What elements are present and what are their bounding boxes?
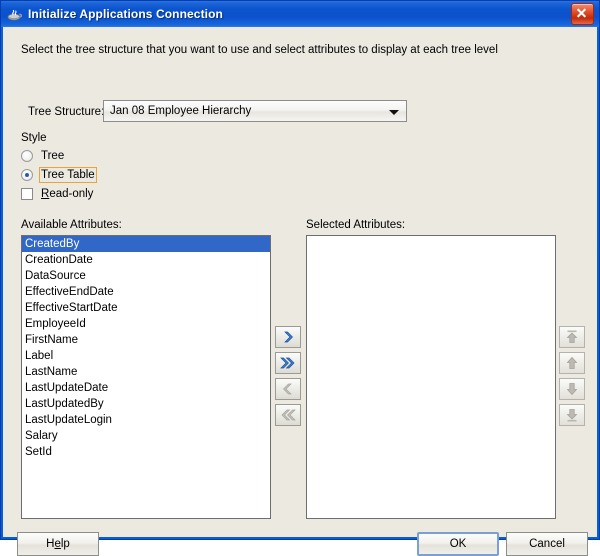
available-attributes-list[interactable]: CreatedBy CreationDate DataSource Effective… [21,235,271,519]
move-up-button [559,352,585,374]
close-icon[interactable] [571,3,594,25]
list-item[interactable]: LastUpdateLogin [22,412,270,428]
move-left-icon [283,383,292,395]
radio-style-tree-table-label: Tree Table [39,167,97,183]
list-item[interactable]: CreatedBy [22,236,270,252]
move-left-button [275,378,301,400]
style-group-label: Style [21,132,47,144]
move-all-right-icon [280,357,295,369]
window-title: Initialize Applications Connection [28,7,223,21]
list-item[interactable]: Label [22,348,270,364]
radio-style-tree-label: Tree [41,150,65,162]
selected-attributes-label: Selected Attributes: [306,219,406,231]
list-item[interactable]: SetId [22,444,270,460]
move-right-button[interactable] [275,326,301,348]
list-item[interactable]: DataSource [22,268,270,284]
ok-button[interactable]: OK [417,532,499,556]
tree-structure-label: Tree Structure: [28,106,105,118]
checkbox-square-icon [21,188,33,200]
list-item[interactable]: EmployeeId [22,316,270,332]
selected-attributes-list[interactable] [306,235,556,519]
java-coffee-cup-icon [7,6,23,22]
move-to-bottom-button [559,404,585,426]
radio-circle-selected-icon [21,169,33,181]
move-up-icon [566,356,578,369]
list-item[interactable]: LastUpdateDate [22,380,270,396]
move-all-left-icon [281,409,296,421]
title-bar: Initialize Applications Connection [1,1,599,27]
move-all-left-button [275,404,301,426]
tree-structure-value: Jan 08 Employee Hierarchy [110,105,252,117]
move-down-button [559,378,585,400]
dialog-window: Initialize Applications Connection Selec… [0,0,600,556]
cancel-button[interactable]: Cancel [506,532,588,556]
move-to-top-button [559,326,585,348]
move-to-bottom-icon [566,409,578,422]
radio-circle-icon [21,150,33,162]
read-only-rest: ead-only [49,188,94,200]
chevron-down-icon [384,101,406,121]
checkbox-read-only-label: Read-only [39,187,95,201]
list-item[interactable]: FirstName [22,332,270,348]
radio-style-tree-table[interactable]: Tree Table [21,167,97,183]
list-item[interactable]: EffectiveStartDate [22,300,270,316]
help-button[interactable]: Help [17,532,99,556]
radio-style-tree[interactable]: Tree [21,148,66,164]
list-item[interactable]: CreationDate [22,252,270,268]
move-right-icon [284,331,293,343]
tree-structure-select[interactable]: Jan 08 Employee Hierarchy [103,100,407,122]
dialog-body: Select the tree structure that you want … [3,27,597,556]
move-to-top-icon [566,330,578,343]
move-down-icon [566,383,578,396]
list-item[interactable]: EffectiveEndDate [22,284,270,300]
list-item[interactable]: Salary [22,428,270,444]
list-item[interactable]: LastUpdatedBy [22,396,270,412]
available-attributes-label: Available Attributes: [21,219,122,231]
move-all-right-button[interactable] [275,352,301,374]
list-item[interactable]: LastName [22,364,270,380]
checkbox-read-only[interactable]: Read-only [21,186,95,202]
instruction-text: Select the tree structure that you want … [21,44,498,56]
dialog-content: Select the tree structure that you want … [3,27,597,556]
